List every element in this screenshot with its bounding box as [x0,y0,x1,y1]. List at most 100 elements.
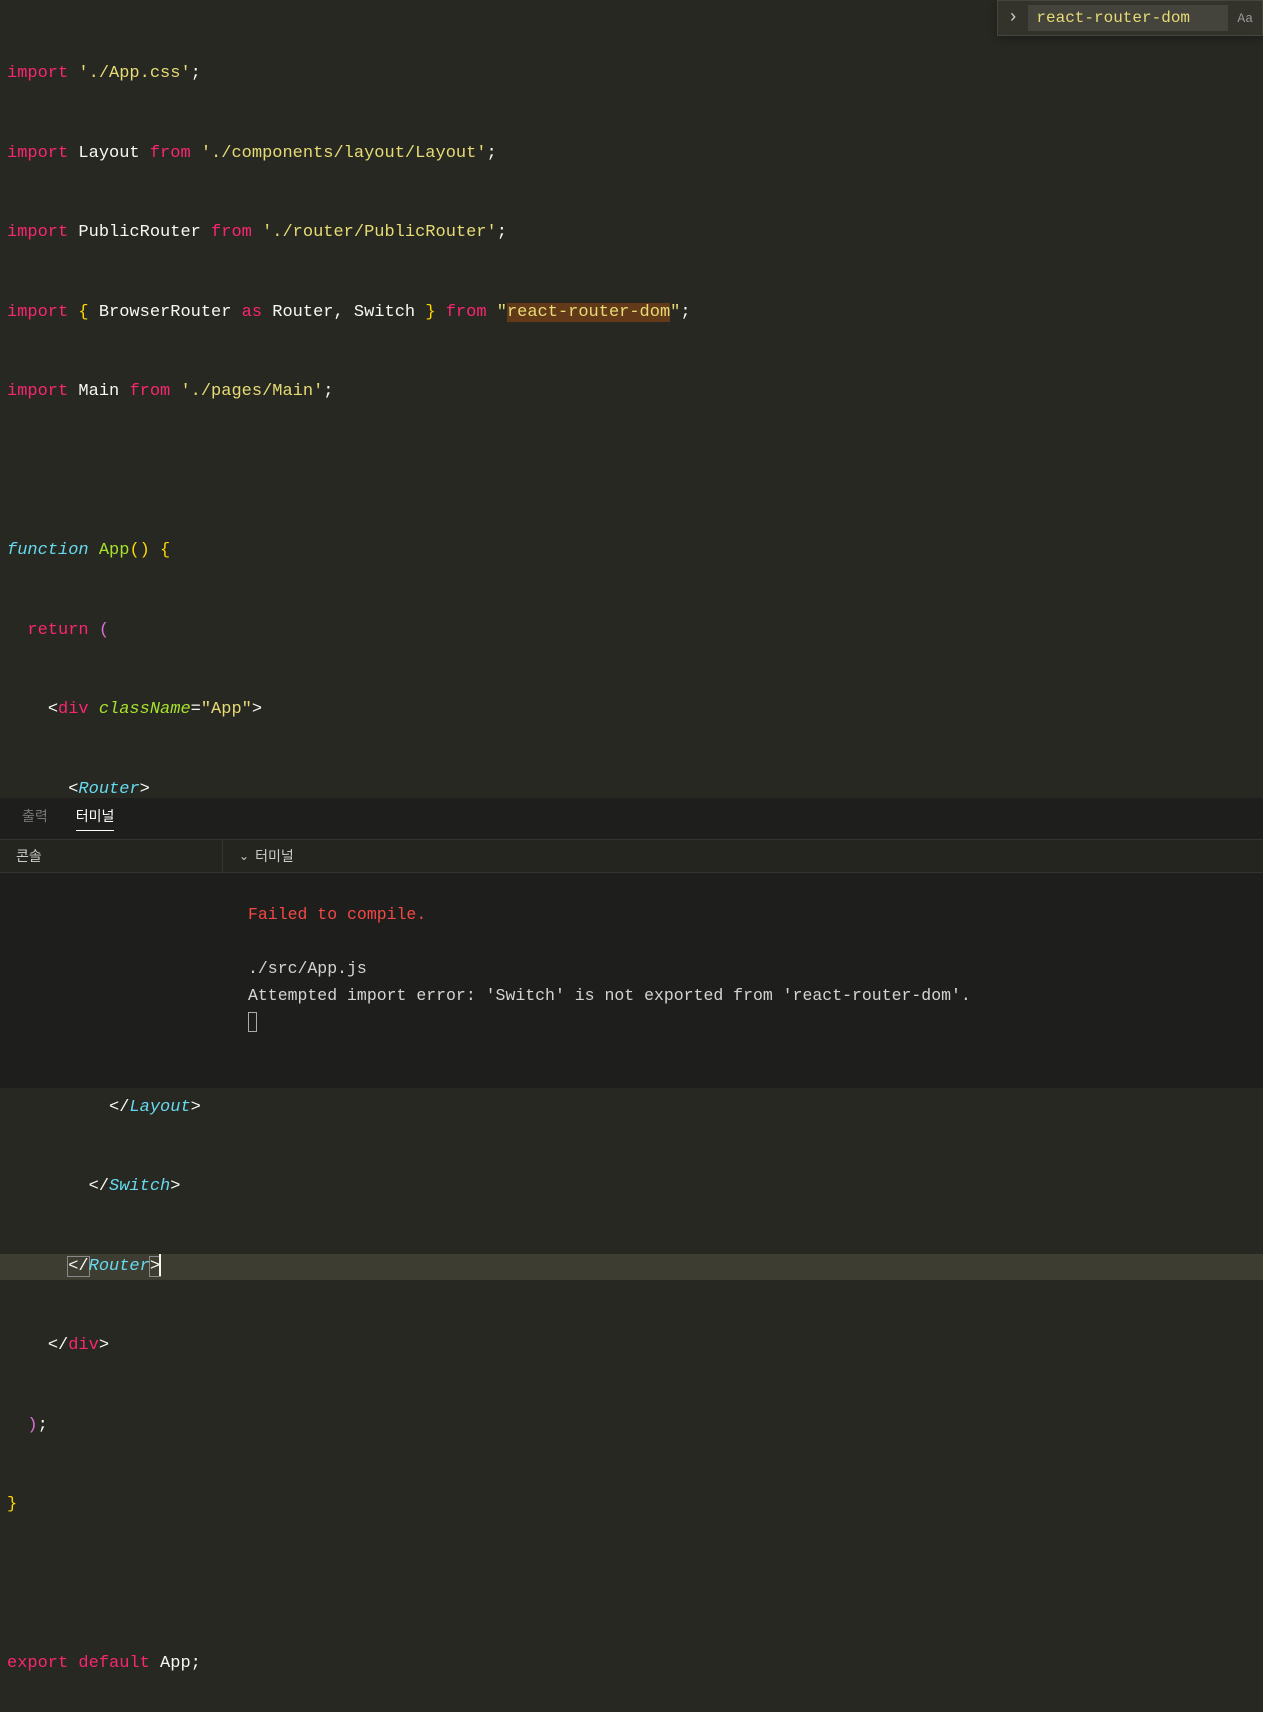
keyword: import [7,303,68,322]
keyword: import [7,223,68,242]
html-tag: div [58,700,89,719]
keyword: from [446,303,487,322]
angle: > [99,1336,109,1355]
brace: } [7,1495,17,1514]
panel-section-label: 터미널 [255,846,294,866]
component: Switch [109,1177,170,1196]
search-highlight: react-router-dom [507,303,670,322]
terminal-error-title: Failed to compile. [248,905,426,924]
code-line[interactable]: import Layout from './components/layout/… [0,141,1263,168]
string: './router/PublicRouter' [262,223,497,242]
keyword: return [27,621,88,640]
angle: > [252,700,262,719]
brace: } [425,303,435,322]
bottom-panel: 출력 터미널 콘솔 ⌄ 터미널 Failed to compile. ./src… [0,798,1263,1088]
text-cursor [159,1254,161,1276]
identifier: Layout [78,144,139,163]
code-line-cursor[interactable]: </Router> [0,1254,1263,1281]
punct: ; [191,1654,201,1673]
chevron-down-icon: ⌄ [239,849,249,864]
terminal-error-message: Attempted import error: 'Switch' is not … [248,986,971,1005]
terminal-output[interactable]: Failed to compile. ./src/App.js Attempte… [0,873,1263,1036]
punct: ; [191,64,201,83]
string: './pages/Main' [180,382,323,401]
string: " [670,303,680,322]
angle: > [170,1177,180,1196]
keyword: from [129,382,170,401]
code-line[interactable]: return ( [0,618,1263,645]
identifier: Switch [354,303,415,322]
brace: { [78,303,88,322]
panel-sub-left[interactable]: 콘솔 [0,840,223,872]
tab-terminal[interactable]: 터미널 [76,806,115,831]
paren: ) [27,1416,37,1435]
angle: > [140,780,150,799]
tab-output[interactable]: 출력 [22,806,48,831]
panel-subbar: 콘솔 ⌄ 터미널 [0,840,1263,873]
punct: = [191,700,201,719]
keyword: from [150,144,191,163]
string: " [497,303,507,322]
function-name: App [99,541,130,560]
code-line[interactable]: </Layout> [0,1095,1263,1122]
find-match-case-button[interactable]: Aa [1234,9,1256,28]
identifier: Main [78,382,119,401]
angle: < [48,700,58,719]
angle: </ [48,1336,68,1355]
code-line[interactable]: </div> [0,1333,1263,1360]
keyword: export [7,1654,68,1673]
code-line[interactable]: } [0,1492,1263,1519]
code-line[interactable] [0,459,1263,486]
code-line[interactable]: <div className="App"> [0,697,1263,724]
terminal-cursor [248,1012,257,1032]
angle: < [68,780,78,799]
punct: , [333,303,343,322]
punct: ; [38,1416,48,1435]
angle: > [191,1098,201,1117]
html-tag: div [68,1336,99,1355]
keyword: function [7,541,89,560]
terminal-file-path: ./src/App.js [248,959,367,978]
keyword: as [242,303,262,322]
component: Router [89,1257,150,1276]
code-line[interactable]: import PublicRouter from './router/Publi… [0,220,1263,247]
paren: ( [99,621,109,640]
code-line[interactable]: import './App.css'; [0,61,1263,88]
angle: </ [109,1098,129,1117]
keyword: default [78,1654,149,1673]
angle: </ [67,1256,89,1277]
code-line[interactable]: import Main from './pages/Main'; [0,379,1263,406]
component: Layout [129,1098,190,1117]
code-line[interactable]: </Switch> [0,1174,1263,1201]
code-line[interactable]: import { BrowserRouter as Router, Switch… [0,300,1263,327]
find-input[interactable] [1028,5,1228,31]
attribute: className [99,700,191,719]
identifier: Router [272,303,333,322]
punct: ; [323,382,333,401]
punct: ; [487,144,497,163]
keyword: from [211,223,252,242]
string: "App" [201,700,252,719]
string: './components/layout/Layout' [201,144,487,163]
identifier: PublicRouter [78,223,200,242]
angle: </ [89,1177,109,1196]
punct: ; [497,223,507,242]
keyword: import [7,144,68,163]
code-line[interactable]: ); [0,1413,1263,1440]
identifier: App [160,1654,191,1673]
keyword: import [7,64,68,83]
keyword: import [7,382,68,401]
panel-tabs: 출력 터미널 [0,798,1263,840]
paren: () [129,541,149,560]
string: './App.css' [78,64,190,83]
panel-sub-terminal[interactable]: ⌄ 터미널 [223,840,310,872]
code-line[interactable]: function App() { [0,538,1263,565]
code-line[interactable] [0,1572,1263,1599]
component: Router [78,780,139,799]
brace: { [160,541,170,560]
identifier: BrowserRouter [99,303,232,322]
punct: ; [680,303,690,322]
code-line[interactable]: export default App; [0,1651,1263,1678]
find-widget: › Aa [997,0,1263,36]
find-toggle-replace-icon[interactable]: › [1004,6,1023,30]
